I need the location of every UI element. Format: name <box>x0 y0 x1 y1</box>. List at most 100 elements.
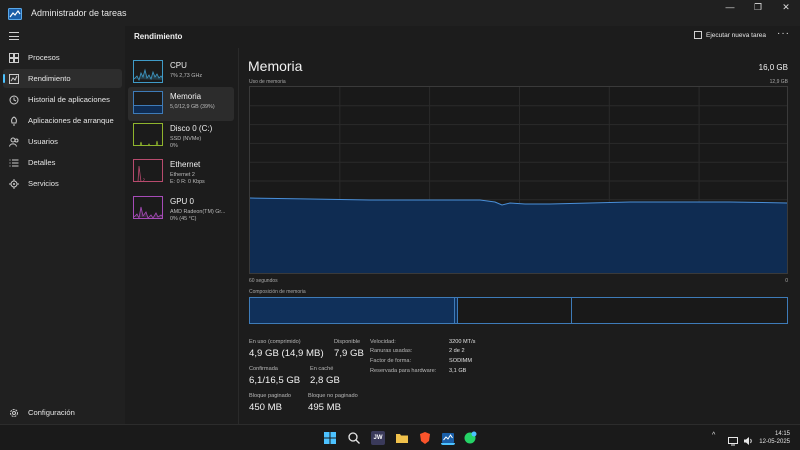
resource-detail: AMD Radeon(TM) Gr... <box>170 209 226 215</box>
window-title: Administrador de tareas <box>31 8 127 18</box>
start-windows-icon[interactable] <box>323 431 337 445</box>
jw-app-icon[interactable]: JW <box>371 431 385 445</box>
form-factor-label: Factor de forma: <box>370 358 412 364</box>
startup-icon <box>9 115 19 126</box>
gear-icon <box>9 408 19 418</box>
sidebar-item-processes[interactable]: Procesos <box>3 48 122 67</box>
memory-thumbnail-graph <box>133 91 163 114</box>
file-explorer-folder-icon[interactable] <box>395 431 409 445</box>
page-header: Rendimiento Ejecutar nueva tarea ··· <box>125 26 800 48</box>
memory-composition-label: Composición de memoria <box>249 289 306 295</box>
sidebar-item-startup-apps[interactable]: Aplicaciones de arranque <box>3 111 122 130</box>
taskbar: JW ^ 14:15 12-05-2025 <box>0 424 800 450</box>
performance-chart-icon <box>9 73 19 84</box>
in-use-label: En uso (comprimido) <box>249 339 301 345</box>
paged-pool-value: 450 MB <box>249 402 283 413</box>
active-indicator <box>3 74 5 83</box>
memory-usage-plot <box>250 87 787 273</box>
committed-value: 6,1/16,5 GB <box>249 375 301 386</box>
details-list-icon <box>9 158 19 168</box>
cached-label: En caché <box>310 366 334 372</box>
memory-composition-bar <box>249 297 788 324</box>
resource-detail: 0% (45 °C) <box>170 216 197 222</box>
resource-item-cpu[interactable]: CPU 7% 2,73 GHz <box>128 56 234 90</box>
ethernet-thumbnail-graph <box>133 159 163 182</box>
processes-grid-icon <box>9 52 19 63</box>
clock-date: 12-05-2025 <box>759 439 790 445</box>
sidebar-item-label: Aplicaciones de arranque <box>28 116 114 125</box>
clock-time: 14:15 <box>774 431 790 437</box>
search-icon[interactable] <box>347 431 361 445</box>
available-label: Disponible <box>334 339 361 345</box>
sidebar-item-label: Detalles <box>28 158 56 167</box>
composition-in-use <box>250 298 455 323</box>
resource-detail: SSD (NVMe) <box>170 136 202 142</box>
resource-detail: Ethernet 2 <box>170 172 195 178</box>
nonpaged-pool-label: Bloque no paginado <box>308 393 358 399</box>
memory-usage-max: 12,9 GB <box>769 79 788 85</box>
resource-name: CPU <box>170 61 187 70</box>
brave-browser-icon[interactable] <box>418 431 432 445</box>
sidebar-item-settings[interactable]: Configuración <box>3 403 122 422</box>
slots-value: 2 de 2 <box>449 348 465 354</box>
new-task-icon <box>694 31 703 39</box>
sidebar: Procesos Rendimiento Historial de aplica… <box>0 26 125 424</box>
resource-item-memory[interactable]: Memoria 5,0/12,9 GB (39%) <box>128 87 234 121</box>
resource-detail: 5,0/12,9 GB (39%) <box>170 104 215 110</box>
more-options-button[interactable]: ··· <box>777 28 790 39</box>
sidebar-item-services[interactable]: Servicios <box>3 174 122 193</box>
resource-item-ethernet[interactable]: Ethernet Ethernet 2 E: 0 R: 0 Kbps <box>128 155 234 189</box>
cpu-thumbnail-graph <box>133 60 163 83</box>
cached-value: 2,8 GB <box>310 375 340 386</box>
resource-item-disk[interactable]: Disco 0 (C:) SSD (NVMe) 0% <box>128 119 234 153</box>
sidebar-item-label: Procesos <box>28 53 60 62</box>
memory-total: 16,0 GB <box>758 63 788 72</box>
sidebar-item-label: Usuarios <box>28 137 58 146</box>
resource-item-gpu[interactable]: GPU 0 AMD Radeon(TM) Gr... 0% (45 °C) <box>128 192 234 226</box>
paged-pool-label: Bloque paginado <box>249 393 291 399</box>
memory-usage-label: Uso de memoria <box>249 79 286 85</box>
disk-thumbnail-graph <box>133 123 163 146</box>
users-icon <box>9 137 19 147</box>
whatsapp-icon[interactable] <box>463 431 477 445</box>
sidebar-item-label: Rendimiento <box>28 74 71 83</box>
available-value: 7,9 GB <box>334 348 364 359</box>
task-manager-icon <box>8 7 22 20</box>
resource-detail: 0% <box>170 143 178 149</box>
sidebar-item-details[interactable]: Detalles <box>3 153 122 172</box>
history-icon <box>9 95 19 105</box>
in-use-value: 4,9 GB (14,9 MB) <box>249 348 324 359</box>
volume-icon[interactable] <box>743 433 753 445</box>
resource-name: Ethernet <box>170 160 201 169</box>
slots-label: Ranuras usadas: <box>370 348 413 354</box>
composition-standby <box>571 298 572 323</box>
task-manager-taskbar-icon[interactable] <box>441 431 455 445</box>
speed-value: 3200 MT/s <box>449 339 476 345</box>
resource-name: Memoria <box>170 92 202 101</box>
resource-detail: 7% 2,73 GHz <box>170 73 203 79</box>
minimize-button[interactable]: — <box>716 0 744 14</box>
sidebar-item-performance[interactable]: Rendimiento <box>3 69 122 88</box>
resource-detail: E: 0 R: 0 Kbps <box>170 179 205 185</box>
graph-time-left: 60 segundos <box>249 278 278 284</box>
sidebar-item-label: Configuración <box>28 408 75 417</box>
tray-chevron-icon[interactable]: ^ <box>712 432 715 439</box>
hardware-reserved-label: Reservada para hardware: <box>370 368 437 374</box>
hamburger-menu-icon[interactable] <box>9 32 19 40</box>
close-button[interactable]: ✕ <box>772 0 800 14</box>
run-new-task-button[interactable]: Ejecutar nueva tarea <box>694 31 766 39</box>
maximize-button[interactable]: ❐ <box>744 0 772 14</box>
network-icon[interactable] <box>728 433 738 446</box>
sidebar-item-app-history[interactable]: Historial de aplicaciones <box>3 90 122 109</box>
page-title: Rendimiento <box>134 32 183 41</box>
title-bar: Administrador de tareas — ❐ ✕ <box>0 0 800 26</box>
composition-modified <box>455 298 458 323</box>
hardware-reserved-value: 3,1 GB <box>449 368 467 374</box>
sidebar-item-label: Historial de aplicaciones <box>28 95 110 104</box>
clock[interactable]: 14:15 12-05-2025 <box>759 430 790 446</box>
resource-name: GPU 0 <box>170 197 195 206</box>
form-factor-value: SODIMM <box>449 358 472 364</box>
memory-title: Memoria <box>248 58 303 74</box>
gpu-thumbnail-graph <box>133 196 163 219</box>
sidebar-item-users[interactable]: Usuarios <box>3 132 122 151</box>
